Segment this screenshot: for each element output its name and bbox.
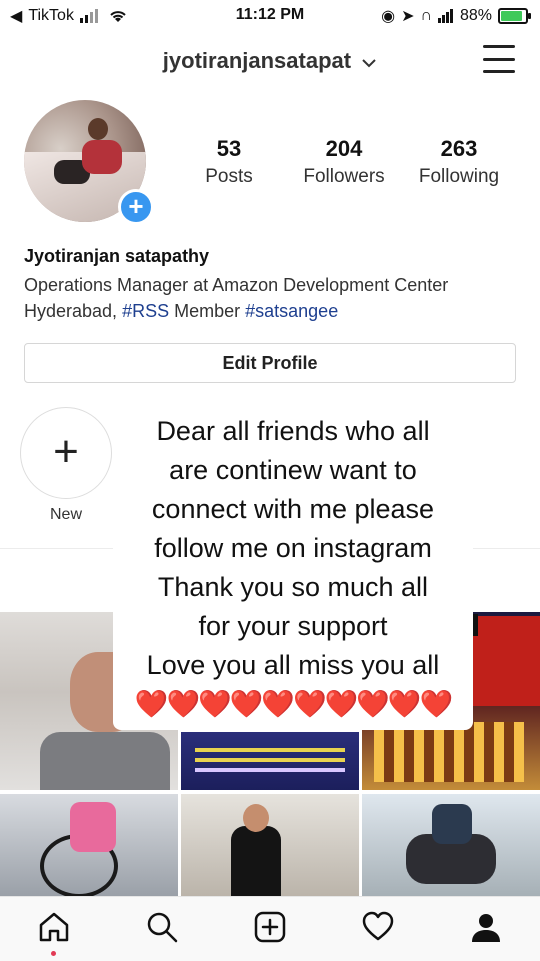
status-bar: ◀ TikTok 11:12 PM ◉ ➤ ∩ 88% — [0, 0, 540, 30]
bio-location: Hyderabad, — [24, 301, 123, 321]
post-thumbnail[interactable] — [0, 794, 178, 896]
search-icon[interactable] — [142, 907, 182, 947]
bio-text: Member — [169, 301, 246, 321]
new-post-icon[interactable] — [250, 907, 290, 947]
stat-value: 53 — [216, 136, 242, 161]
profile-header: jyotiranjansatapat — [0, 40, 540, 84]
profile-icon[interactable] — [466, 907, 506, 947]
username: jyotiranjansatapat — [162, 48, 352, 73]
caption-line: Dear all friends who all — [156, 416, 430, 446]
stat-label: Posts — [205, 166, 253, 187]
full-name: Jyotiranjan satapathy — [24, 246, 210, 266]
following-count[interactable]: 263 Following — [404, 136, 514, 188]
post-thumbnail[interactable] — [181, 794, 359, 896]
battery-icon — [498, 8, 531, 24]
stat-value: 204 — [325, 136, 363, 161]
chevron-down-icon — [362, 59, 376, 68]
add-story-icon[interactable]: + — [118, 189, 154, 225]
caption-line: follow me on instagram — [154, 533, 432, 563]
home-icon[interactable] — [34, 907, 74, 947]
caption-line: connect with me please — [151, 494, 435, 524]
caption-line: are continew want to — [169, 455, 417, 485]
bottom-nav — [0, 896, 540, 961]
battery-percent: 88% — [459, 7, 492, 24]
cell-signal-icon — [437, 9, 453, 23]
username-switcher[interactable]: jyotiranjansatapat — [0, 48, 540, 74]
post-thumbnail[interactable] — [362, 794, 540, 896]
plus-icon: + — [53, 427, 79, 476]
new-highlight-button[interactable]: + — [20, 407, 112, 499]
stat-value: 263 — [440, 136, 478, 161]
activity-heart-icon[interactable] — [358, 907, 398, 947]
followers-count[interactable]: 204 Followers — [289, 136, 399, 188]
bio: Operations Manager at Amazon Development… — [24, 272, 524, 324]
bio-line-1: Operations Manager at Amazon Development… — [24, 275, 449, 295]
bio-line-2: Hyderabad, #RSS Member #satsangee — [24, 298, 524, 324]
notification-dot — [51, 951, 56, 956]
post-thumbnail[interactable] — [181, 732, 359, 790]
stat-label: Following — [418, 166, 500, 187]
hashtag-link[interactable]: #RSS — [122, 301, 169, 321]
headphones-icon: ∩ — [420, 7, 432, 24]
hashtag-link[interactable]: #satsangee — [245, 301, 338, 321]
status-right: ◉ ➤ ∩ 88% — [381, 6, 531, 26]
hamburger-menu-icon[interactable] — [483, 45, 515, 73]
caption-line: for your support — [198, 611, 388, 641]
location-icon: ➤ — [401, 8, 415, 25]
rotation-lock-icon: ◉ — [381, 8, 396, 25]
new-highlight-label: New — [49, 506, 82, 523]
caption-line: Love you all miss you all — [146, 650, 440, 680]
caption-line: Thank you so much all — [157, 572, 429, 602]
hearts-line: ❤️❤️❤️❤️❤️❤️❤️❤️❤️❤️ — [134, 689, 453, 719]
caption-overlay: Dear all friends who all are continew wa… — [113, 404, 473, 730]
edit-profile-button[interactable]: Edit Profile — [24, 343, 516, 383]
posts-count[interactable]: 53 Posts — [174, 136, 284, 188]
stat-label: Followers — [303, 166, 385, 187]
